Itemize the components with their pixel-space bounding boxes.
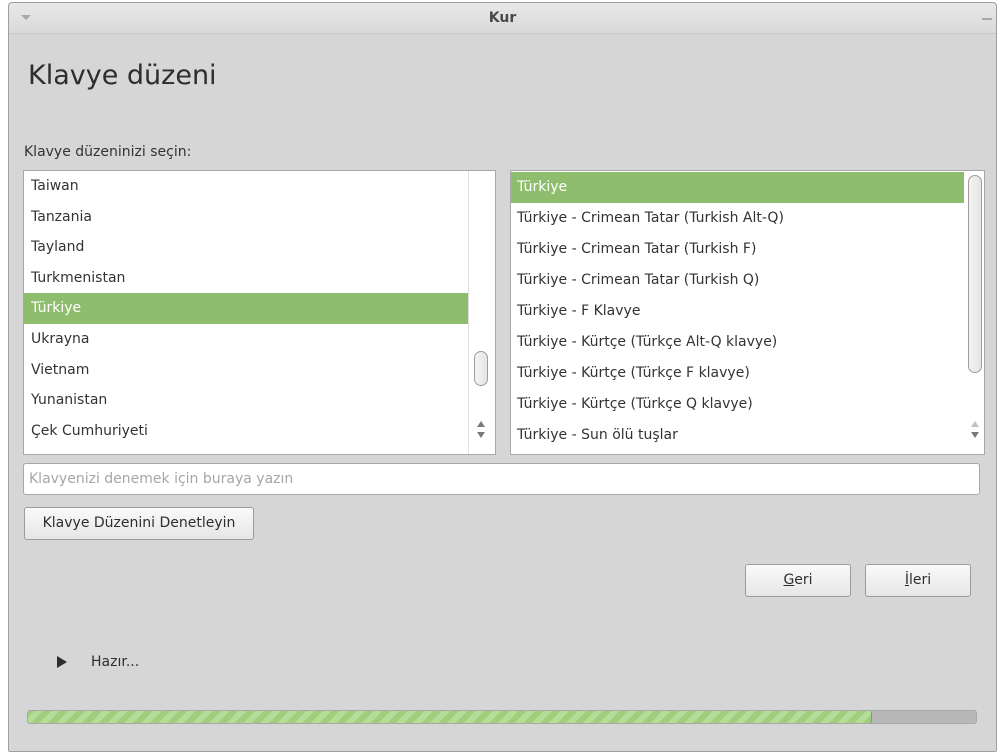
check-layout-button[interactable]: Klavye Düzenini Denetleyin	[24, 507, 254, 540]
scroll-up-icon[interactable]	[477, 421, 485, 427]
scrollbar-thumb[interactable]	[968, 175, 982, 373]
layout-item[interactable]: Turkmenistan	[24, 263, 469, 294]
layout-item[interactable]: Taiwan	[24, 171, 469, 202]
layout-item[interactable]: Tanzania	[24, 202, 469, 233]
layout-item[interactable]: Vietnam	[24, 355, 469, 386]
scroll-up-icon[interactable]	[971, 421, 979, 427]
next-label: leri	[908, 572, 932, 588]
scroll-down-icon[interactable]	[971, 432, 979, 438]
layout-item[interactable]: Yunanistan	[24, 385, 469, 416]
scrollbar-thumb[interactable]	[474, 351, 488, 386]
variant-item[interactable]: Türkiye - Crimean Tatar (Turkish Q)	[511, 265, 964, 296]
layout-item[interactable]: Türkiye	[24, 293, 469, 324]
progress-fill	[28, 711, 872, 723]
layout-list-scrollbar[interactable]	[468, 171, 495, 454]
layout-item[interactable]: Tayland	[24, 232, 469, 263]
back-label: eri	[794, 572, 813, 588]
variant-item[interactable]: Türkiye - Sun ölü tuşlar	[511, 420, 964, 451]
variant-item[interactable]: Türkiye - Kürtçe (Türkçe Q klavye)	[511, 389, 964, 420]
scroll-down-icon[interactable]	[477, 432, 485, 438]
back-mnemonic: G	[783, 572, 795, 588]
next-button[interactable]: İleri	[865, 564, 971, 597]
minimize-icon[interactable]	[982, 18, 992, 20]
layout-item[interactable]: Çek Cumhuriyeti	[24, 416, 469, 447]
page-title: Klavye düzeni	[28, 60, 217, 91]
window-title: Kur	[488, 10, 517, 26]
install-progress-bar	[27, 710, 977, 724]
expand-details-icon[interactable]	[57, 656, 67, 668]
keyboard-test-input[interactable]	[23, 463, 980, 495]
status-text: Hazır...	[91, 654, 140, 670]
layout-prompt-label: Klavye düzeninizi seçin:	[24, 144, 192, 160]
variant-item[interactable]: Türkiye - Kürtçe (Türkçe Alt-Q klavye)	[511, 327, 964, 358]
layout-rows: Taiwan Tanzania Tayland Turkmenistan Türkiye…	[24, 171, 469, 446]
title-bar: Kur	[9, 3, 996, 34]
variant-item[interactable]: Türkiye - F Klavye	[511, 296, 964, 327]
keyboard-variant-list[interactable]: Türkiye Türkiye - Crimean Tatar (Turkish …	[510, 170, 985, 455]
variant-rows: Türkiye Türkiye - Crimean Tatar (Turkish …	[511, 172, 964, 451]
back-button[interactable]: Geri	[745, 564, 851, 597]
variant-list-scrollbar[interactable]	[966, 171, 984, 454]
variant-item[interactable]: Türkiye	[511, 172, 964, 203]
variant-item[interactable]: Türkiye - Crimean Tatar (Turkish Alt-Q)	[511, 203, 964, 234]
keyboard-layout-list[interactable]: Taiwan Tanzania Tayland Turkmenistan Türkiye…	[23, 170, 496, 455]
variant-item[interactable]: Türkiye - Crimean Tatar (Turkish F)	[511, 234, 964, 265]
variant-item[interactable]: Türkiye - Kürtçe (Türkçe F klavye)	[511, 358, 964, 389]
layout-item[interactable]: Ukrayna	[24, 324, 469, 355]
